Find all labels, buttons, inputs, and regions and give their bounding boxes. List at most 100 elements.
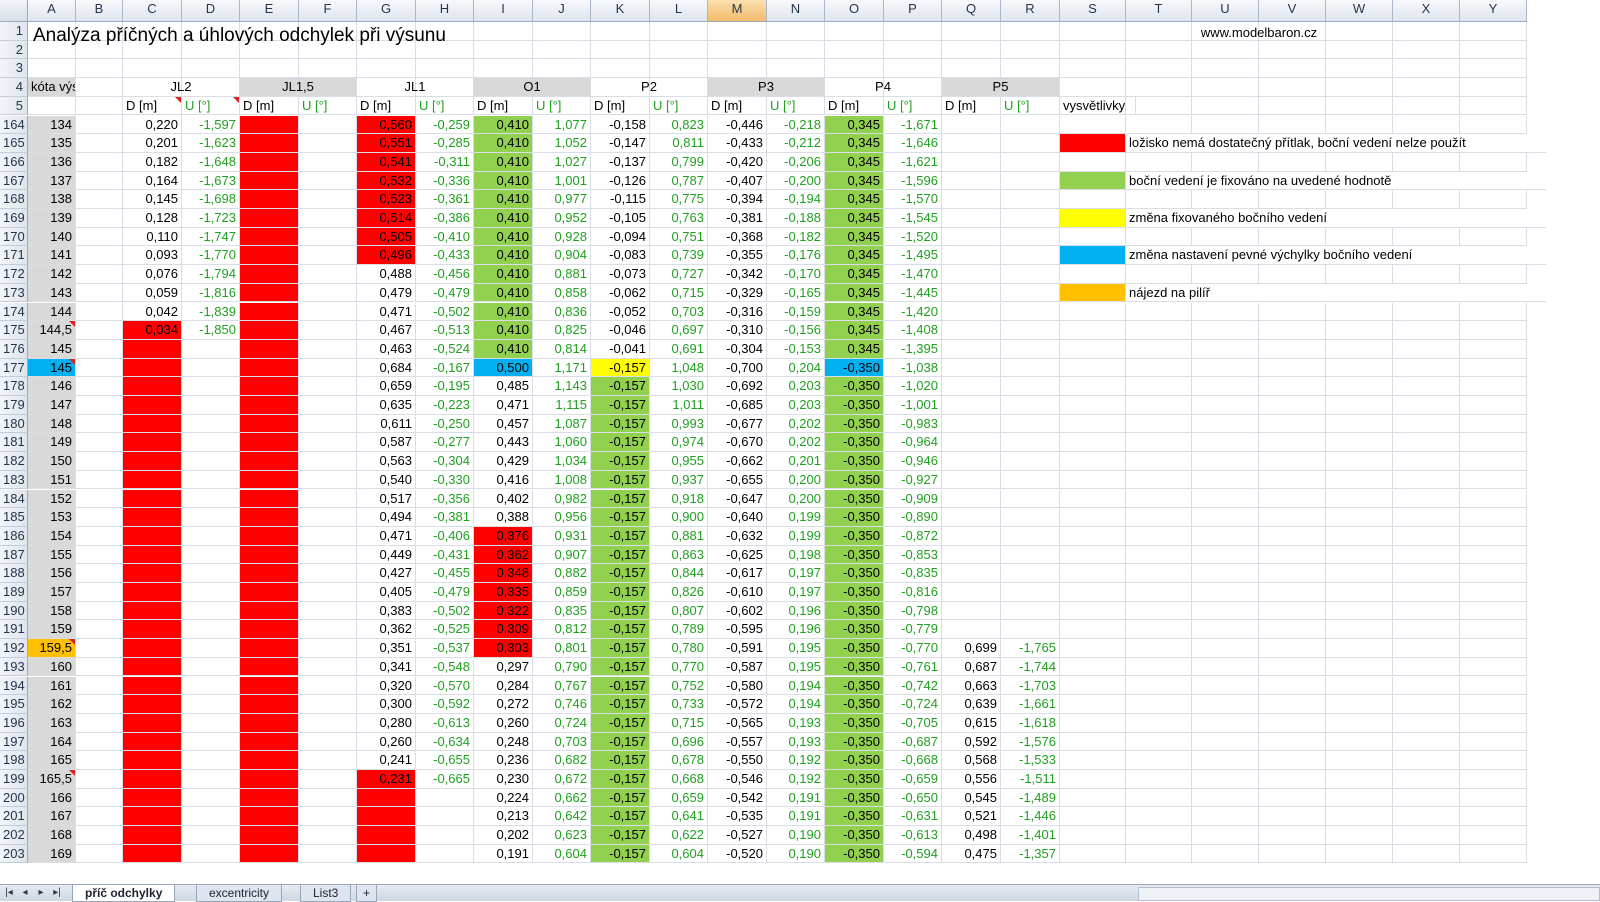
p2-d-value[interactable]: -0,157 xyxy=(591,676,650,696)
jl1-d-value[interactable]: 0,611 xyxy=(357,414,416,434)
p4-d-value[interactable]: -0,350 xyxy=(825,452,884,471)
p2-u-value[interactable]: 0,703 xyxy=(650,302,708,322)
p2-d-value[interactable]: -0,062 xyxy=(591,283,650,303)
o1-d-value[interactable]: 0,410 xyxy=(474,339,533,359)
p5-d-value[interactable] xyxy=(942,620,1001,640)
p2-u-value[interactable]: 1,011 xyxy=(650,396,708,415)
cell[interactable] xyxy=(1060,40,1126,60)
p4-d-value[interactable]: 0,345 xyxy=(825,115,884,135)
cell[interactable] xyxy=(1060,676,1126,696)
cell[interactable] xyxy=(1460,414,1527,434)
cell[interactable] xyxy=(1393,751,1460,770)
cell[interactable] xyxy=(1126,339,1192,359)
p5-d-value[interactable]: 0,699 xyxy=(942,639,1001,658)
cell[interactable] xyxy=(1393,826,1460,845)
p5-u-value[interactable] xyxy=(1001,227,1060,247)
kota-value[interactable]: 161 xyxy=(28,676,76,696)
jl15-u-value[interactable] xyxy=(299,246,357,266)
jl15-u-value[interactable] xyxy=(299,601,357,621)
o1-d-value[interactable]: 0,500 xyxy=(474,358,533,378)
p5-u-value[interactable]: -1,357 xyxy=(1001,844,1060,864)
cell[interactable] xyxy=(1326,788,1393,808)
p4-d-value[interactable]: -0,350 xyxy=(825,713,884,733)
cell[interactable] xyxy=(1326,59,1393,79)
column-header-t[interactable]: T xyxy=(1126,0,1192,22)
cell[interactable] xyxy=(1126,788,1192,808)
cell[interactable] xyxy=(76,620,123,640)
jl15-u-value[interactable] xyxy=(299,115,357,135)
jl1-d-value[interactable]: 0,505 xyxy=(357,227,416,247)
row-header[interactable]: 189 xyxy=(0,583,28,602)
jl2-d-value[interactable] xyxy=(123,639,182,658)
p5-u-value[interactable]: -1,533 xyxy=(1001,751,1060,770)
p3-d-value[interactable]: -0,542 xyxy=(708,788,767,808)
cell[interactable] xyxy=(650,59,708,79)
cell[interactable] xyxy=(1060,115,1126,135)
p5-u-value[interactable]: -1,661 xyxy=(1001,695,1060,714)
row-header[interactable]: 188 xyxy=(0,564,28,583)
column-header-f[interactable]: F xyxy=(299,0,357,22)
jl15-d-value[interactable] xyxy=(240,227,299,247)
p2-d-value[interactable]: -0,137 xyxy=(591,152,650,172)
p4-d-value[interactable]: -0,350 xyxy=(825,657,884,677)
cell[interactable] xyxy=(1460,564,1527,583)
jl1-d-value[interactable]: 0,551 xyxy=(357,134,416,153)
jl1-u-value[interactable]: -0,223 xyxy=(416,396,474,415)
cell[interactable] xyxy=(1126,59,1192,79)
jl1-d-value[interactable]: 0,635 xyxy=(357,396,416,415)
p5-u-value[interactable] xyxy=(1001,452,1060,471)
p3-u-value[interactable]: 0,199 xyxy=(767,526,825,546)
cell[interactable] xyxy=(1259,78,1326,97)
jl2-d-value[interactable] xyxy=(123,695,182,714)
o1-d-value[interactable]: 0,416 xyxy=(474,470,533,490)
jl2-d-value[interactable]: 0,034 xyxy=(123,321,182,340)
p4-u-value[interactable]: -0,668 xyxy=(884,751,942,770)
row-header[interactable]: 178 xyxy=(0,377,28,396)
jl1-d-value[interactable]: 0,280 xyxy=(357,713,416,733)
p4-u-value[interactable]: -1,520 xyxy=(884,227,942,247)
cell[interactable] xyxy=(1393,152,1460,172)
p3-d-value[interactable]: -0,420 xyxy=(708,152,767,172)
cell[interactable] xyxy=(1259,40,1326,60)
p5-u-value[interactable] xyxy=(1001,115,1060,135)
cell[interactable] xyxy=(76,152,123,172)
cell[interactable] xyxy=(1192,826,1259,845)
p4-d-value[interactable]: -0,350 xyxy=(825,844,884,864)
jl15-d-value[interactable] xyxy=(240,396,299,415)
jl1-u-value[interactable]: -0,361 xyxy=(416,190,474,209)
cell[interactable] xyxy=(1326,564,1393,583)
cell[interactable] xyxy=(1326,265,1393,284)
p3-d-value[interactable]: -0,662 xyxy=(708,452,767,471)
jl15-d-value[interactable] xyxy=(240,115,299,135)
cell[interactable] xyxy=(1460,302,1527,322)
cell[interactable] xyxy=(1060,788,1126,808)
jl1-u-value[interactable]: -0,634 xyxy=(416,732,474,752)
cell[interactable] xyxy=(1192,115,1259,135)
p2-d-value[interactable]: -0,157 xyxy=(591,396,650,415)
cell[interactable] xyxy=(1126,265,1192,284)
cell[interactable] xyxy=(1060,358,1126,378)
cell[interactable] xyxy=(474,59,533,79)
p5-u-value[interactable] xyxy=(1001,620,1060,640)
cell[interactable] xyxy=(1060,22,1126,41)
p2-u-value[interactable]: 0,641 xyxy=(650,807,708,827)
row-header[interactable]: 166 xyxy=(0,152,28,172)
cell[interactable] xyxy=(1192,470,1259,490)
row-header[interactable]: 173 xyxy=(0,283,28,303)
row-header[interactable]: 3 xyxy=(0,59,28,79)
p3-u-value[interactable]: 0,195 xyxy=(767,657,825,677)
p2-u-value[interactable]: 0,799 xyxy=(650,152,708,172)
o1-u-value[interactable]: 0,604 xyxy=(533,844,591,864)
cell[interactable] xyxy=(1192,639,1259,658)
p3-u-value[interactable]: -0,188 xyxy=(767,209,825,228)
o1-d-value[interactable]: 0,236 xyxy=(474,751,533,770)
cell[interactable] xyxy=(240,59,299,79)
jl1-d-value[interactable] xyxy=(357,807,416,827)
jl2-u-value[interactable] xyxy=(182,657,240,677)
cell[interactable] xyxy=(1192,508,1259,527)
jl2-d-value[interactable] xyxy=(123,396,182,415)
o1-d-value[interactable]: 0,402 xyxy=(474,489,533,509)
cell[interactable] xyxy=(1326,657,1393,677)
p4-d-value[interactable]: -0,350 xyxy=(825,526,884,546)
cell[interactable] xyxy=(1126,115,1192,135)
